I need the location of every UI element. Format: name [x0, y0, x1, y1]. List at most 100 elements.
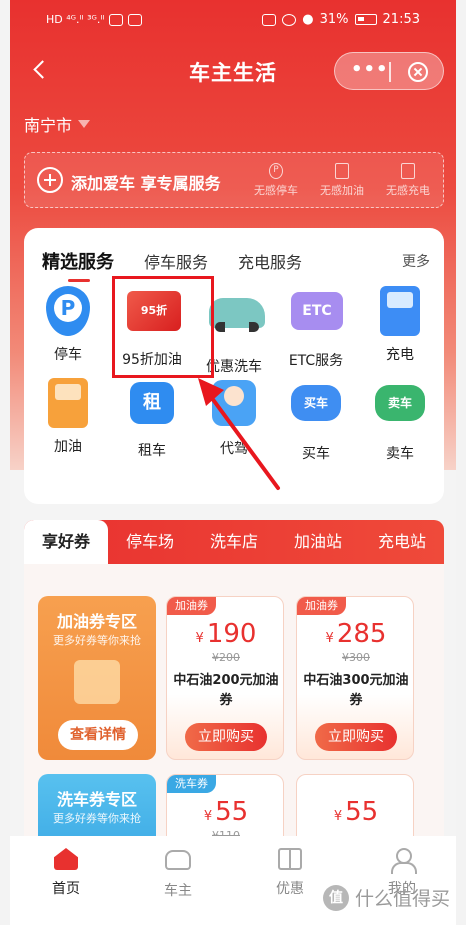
status-left: HD ⁴ᴳ.ᴵᴵ ³ᴳ.ᴵᴵ: [46, 13, 143, 26]
service-charging[interactable]: 充电: [358, 286, 442, 364]
city-label: 南宁市: [24, 116, 73, 135]
more-services-link[interactable]: 更多: [402, 251, 430, 271]
service-parking[interactable]: P 停车: [26, 286, 110, 364]
watermark-text: 什么值得买: [354, 888, 450, 910]
coupon-tag: 加油券: [167, 597, 216, 615]
status-bar: HD ⁴ᴳ.ᴵᴵ ³ᴳ.ᴵᴵ ● 31% 21:53: [10, 0, 456, 40]
coupon-section: 享好券 停车场 洗车店 加油站 充电站 加油券专区 更多好券等你来抢 查看详情 …: [24, 520, 444, 925]
battery-icon: [354, 14, 377, 25]
service-label: 停车: [54, 347, 82, 363]
promo-title: 洗车券专区: [56, 790, 137, 809]
parking-icon: P: [46, 286, 90, 336]
parking-icon: P: [269, 163, 283, 179]
price-value: 285: [336, 619, 387, 649]
currency-symbol: ¥: [325, 631, 334, 646]
tab-car-wash-shop[interactable]: 洗车店: [192, 520, 276, 564]
service-etc[interactable]: ETC ETC服务: [274, 286, 358, 370]
feature-label: 无感停车: [254, 184, 298, 197]
more-menu-icon[interactable]: •••: [351, 59, 389, 80]
etc-icon: ETC: [291, 292, 343, 330]
tab-featured-services[interactable]: 精选服务: [42, 248, 114, 282]
nfc-icon: [262, 13, 277, 26]
promo-title: 加油券专区: [56, 612, 137, 631]
currency-symbol: ¥: [195, 631, 204, 646]
feature-label: 无感加油: [320, 184, 364, 197]
service-label: 卖车: [386, 446, 414, 462]
coupon-price: ¥190: [167, 619, 283, 649]
capsule-divider: [389, 62, 391, 82]
feature-charging: 无感充电: [379, 163, 437, 198]
service-car-wash[interactable]: 优惠洗车: [192, 286, 276, 376]
coupon-price: ¥285: [297, 619, 413, 649]
add-car-label: 添加爱车 享专属服务: [71, 174, 221, 193]
coupon-card[interactable]: 加油券 ¥190 ¥200 中石油200元加油券 立即购买: [166, 596, 284, 760]
tab-charging-services[interactable]: 充电服务: [238, 249, 302, 273]
status-right: ● 31% 21:53: [262, 12, 420, 27]
tab-label: 车主: [164, 883, 192, 899]
coupon-name: 中石油200元加油券: [173, 673, 279, 708]
service-designated-driver[interactable]: 代驾: [192, 378, 276, 458]
tab-charging-station[interactable]: 充电站: [360, 520, 444, 564]
charger-icon: [380, 286, 420, 336]
city-selector[interactable]: 南宁市: [24, 112, 91, 136]
user-icon: [390, 848, 417, 874]
service-label: 买车: [302, 446, 330, 462]
nav-bar: 车主生活 •••: [10, 44, 456, 96]
car-wash-icon: [209, 298, 265, 332]
gift-icon: [278, 848, 302, 870]
driver-icon: [212, 380, 256, 426]
view-details-button[interactable]: 查看详情: [58, 720, 138, 750]
service-buy-car[interactable]: 买车 买车: [274, 378, 358, 463]
promo-subtitle: 更多好券等你来抢: [53, 634, 141, 647]
home-icon: [54, 848, 78, 870]
coupon-tag: 加油券: [297, 597, 346, 615]
coupon-icon: 95折: [127, 291, 181, 331]
service-label: 租车: [138, 443, 166, 459]
add-car-banner[interactable]: 添加爱车 享专属服务 P 无感停车 无感加油 无感充电: [24, 152, 444, 208]
feature-label: 无感充电: [386, 184, 430, 197]
service-rent-car[interactable]: 租 租车: [110, 378, 194, 460]
service-discount-fuel[interactable]: 95折 95折加油: [110, 286, 194, 369]
tab-parking-lot[interactable]: 停车场: [108, 520, 192, 564]
promo-subtitle: 更多好券等你来抢: [53, 812, 141, 825]
buy-now-button[interactable]: 立即购买: [315, 723, 397, 751]
tab-gas-station[interactable]: 加油站: [276, 520, 360, 564]
coupon-name: 中石油300元加油券: [303, 673, 409, 708]
original-price: ¥300: [342, 651, 370, 664]
rent-car-icon: 租: [130, 382, 174, 424]
watermark-logo: 值: [322, 884, 349, 911]
service-sell-car[interactable]: 卖车 卖车: [358, 378, 442, 463]
service-label: 充电: [386, 347, 414, 363]
price-value: 190: [206, 619, 257, 649]
close-icon[interactable]: [408, 62, 428, 82]
original-price: ¥200: [212, 651, 240, 664]
gas-pump-icon: [74, 660, 120, 704]
tab-good-coupons[interactable]: 享好券: [24, 520, 108, 564]
tab-car-owner[interactable]: 车主: [128, 848, 228, 900]
coupon-tag: 洗车券: [167, 775, 216, 793]
alarm-icon: [282, 13, 297, 26]
buy-now-button[interactable]: 立即购买: [185, 723, 267, 751]
sell-car-icon: 卖车: [375, 385, 425, 421]
fuel-coupon-promo[interactable]: 加油券专区 更多好券等你来抢 查看详情: [38, 596, 156, 760]
coupon-tabs: 享好券 停车场 洗车店 加油站 充电站: [24, 520, 444, 564]
notification-icon: [128, 13, 143, 26]
services-card: 精选服务 停车服务 充电服务 更多 P 停车 95折 95折加油 优惠洗车 ET…: [24, 228, 444, 504]
feature-parking: P 无感停车: [247, 163, 305, 198]
tab-home[interactable]: 首页: [16, 848, 116, 898]
currency-symbol: ¥: [203, 809, 213, 824]
service-label: 代驾: [220, 441, 248, 457]
signal-text: HD ⁴ᴳ.ᴵᴵ ³ᴳ.ᴵᴵ: [46, 13, 105, 26]
price-value: 55: [345, 797, 379, 827]
buy-car-icon: 买车: [291, 385, 341, 421]
currency-symbol: ¥: [333, 809, 343, 824]
service-refuel[interactable]: 加油: [26, 378, 110, 456]
coupon-price: ¥55: [297, 797, 413, 827]
service-label: ETC服务: [288, 353, 344, 369]
tab-parking-services[interactable]: 停车服务: [144, 249, 208, 273]
battery-percent: 31%: [319, 12, 349, 27]
service-label: 加油: [54, 439, 82, 455]
app-screen: HD ⁴ᴳ.ᴵᴵ ³ᴳ.ᴵᴵ ● 31% 21:53 车主生活 ••• 南宁市 …: [10, 0, 456, 925]
coupon-card[interactable]: 加油券 ¥285 ¥300 中石油300元加油券 立即购买: [296, 596, 414, 760]
bottom-tab-bar: 首页 车主 优惠 我的: [10, 836, 456, 925]
